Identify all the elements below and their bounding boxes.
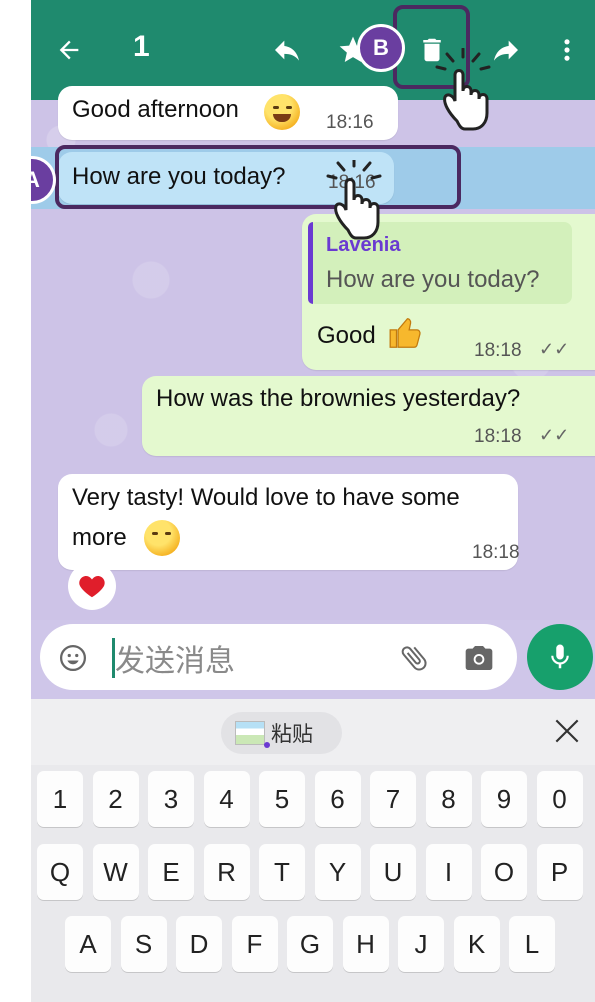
key-4[interactable]: 4 bbox=[203, 771, 250, 827]
quote-accent-bar bbox=[308, 222, 313, 304]
message-input[interactable]: 发送消息 bbox=[115, 636, 235, 680]
message-time: 18:16 bbox=[326, 112, 374, 133]
camera-icon[interactable] bbox=[463, 642, 495, 679]
key-q[interactable]: Q bbox=[37, 844, 83, 900]
key-y[interactable]: Y bbox=[314, 844, 361, 900]
key-w[interactable]: W bbox=[92, 844, 139, 900]
quote-text: How are you today? bbox=[326, 266, 540, 293]
key-r[interactable]: R bbox=[203, 844, 250, 900]
message-time: 18:18 bbox=[472, 542, 520, 563]
clipboard-thumbnail-icon bbox=[235, 721, 270, 748]
key-k[interactable]: K bbox=[453, 916, 500, 972]
key-5[interactable]: 5 bbox=[259, 771, 305, 827]
key-3[interactable]: 3 bbox=[148, 771, 194, 827]
tap-hand-icon bbox=[435, 48, 491, 131]
tap-hand-icon bbox=[326, 160, 382, 240]
message-text: How was the brownies yesterday? bbox=[156, 385, 521, 412]
key-i[interactable]: I bbox=[425, 844, 472, 900]
key-j[interactable]: J bbox=[398, 916, 444, 972]
key-t[interactable]: T bbox=[259, 844, 305, 900]
key-o[interactable]: O bbox=[481, 844, 527, 900]
key-e[interactable]: E bbox=[148, 844, 194, 900]
message-text-line2: more bbox=[72, 524, 127, 551]
reaction-badge[interactable] bbox=[68, 562, 116, 610]
key-f[interactable]: F bbox=[231, 916, 278, 972]
message-time: 18:18 bbox=[474, 340, 522, 361]
key-p[interactable]: P bbox=[536, 844, 583, 900]
message-text: Good bbox=[317, 322, 376, 349]
attach-icon[interactable] bbox=[398, 642, 430, 679]
message-text: Good afternoon bbox=[72, 96, 239, 123]
key-g[interactable]: G bbox=[287, 916, 333, 972]
key-l[interactable]: L bbox=[509, 916, 555, 972]
key-7[interactable]: 7 bbox=[370, 771, 416, 827]
message-bubble-outgoing[interactable]: How was the brownies yesterday? 18:18 ✓✓ bbox=[142, 376, 595, 456]
thumbs-up-emoji-icon bbox=[387, 314, 425, 357]
mic-button[interactable] bbox=[527, 624, 593, 690]
keyboard-toolbar: 粘贴 bbox=[31, 699, 595, 765]
close-icon[interactable] bbox=[551, 715, 583, 747]
red-heart-icon bbox=[79, 576, 105, 598]
key-8[interactable]: 8 bbox=[425, 771, 472, 827]
reply-icon[interactable] bbox=[269, 32, 305, 68]
key-2[interactable]: 2 bbox=[92, 771, 139, 827]
key-s[interactable]: S bbox=[120, 916, 167, 972]
key-6[interactable]: 6 bbox=[314, 771, 361, 827]
key-a[interactable]: A bbox=[65, 916, 111, 972]
paste-chip[interactable]: 粘贴 bbox=[221, 712, 342, 754]
key-0[interactable]: 0 bbox=[536, 771, 583, 827]
key-1[interactable]: 1 bbox=[37, 771, 83, 827]
back-arrow-icon[interactable] bbox=[51, 32, 87, 68]
message-bubble-incoming[interactable]: Very tasty! Would love to have some more… bbox=[58, 474, 520, 570]
step-badge-b: B bbox=[357, 24, 405, 72]
smiling-face-emoji-icon bbox=[264, 94, 300, 130]
emoji-icon[interactable] bbox=[58, 643, 88, 678]
key-h[interactable]: H bbox=[342, 916, 389, 972]
soft-keyboard: 粘贴 1234567890 QWERTYUIOP ASDFGHJKL bbox=[31, 699, 595, 1002]
highlight-box-a bbox=[55, 145, 461, 209]
mic-icon bbox=[551, 644, 569, 669]
more-vert-icon[interactable] bbox=[549, 32, 585, 68]
phone-screen: 1 Good afternoon 18:16 How are you today… bbox=[31, 0, 595, 1002]
key-u[interactable]: U bbox=[370, 844, 416, 900]
selected-count: 1 bbox=[133, 30, 150, 63]
message-bubble-incoming[interactable]: Good afternoon 18:16 bbox=[58, 86, 398, 140]
read-ticks-icon: ✓✓ bbox=[539, 425, 570, 445]
yum-face-emoji-icon bbox=[144, 520, 180, 556]
message-composer[interactable]: 发送消息 bbox=[40, 624, 517, 690]
message-text: Very tasty! Would love to have some bbox=[72, 484, 460, 511]
key-9[interactable]: 9 bbox=[481, 771, 527, 827]
read-ticks-icon: ✓✓ bbox=[539, 339, 570, 359]
selection-action-bar: 1 bbox=[31, 0, 595, 100]
message-time: 18:18 bbox=[474, 426, 522, 447]
key-d[interactable]: D bbox=[176, 916, 222, 972]
paste-label: 粘贴 bbox=[271, 723, 313, 746]
